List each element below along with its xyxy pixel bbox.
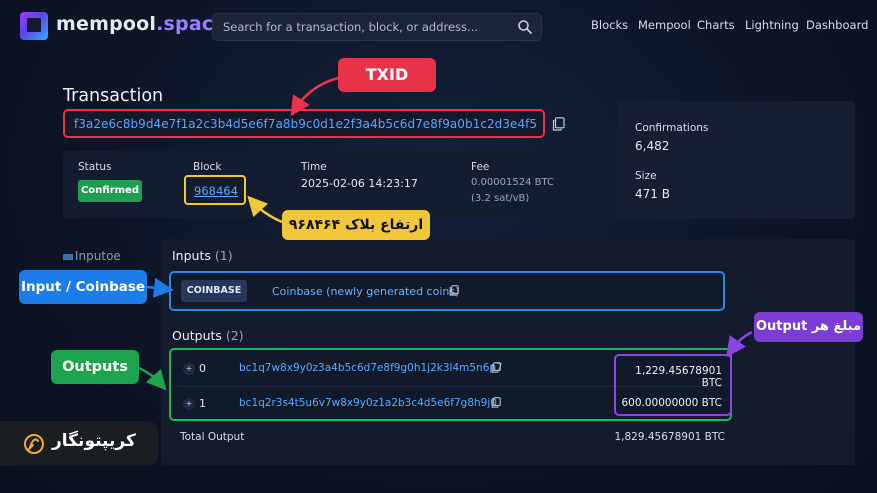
- callout-input: Input / Coinbase: [19, 270, 147, 304]
- output-amount: 1,229.45678901 BTC: [635, 365, 722, 389]
- output-address[interactable]: bc1q2r3s4t5u6v7w8x9y0z1a2b3c4d5e6f7g8h9j…: [239, 397, 497, 409]
- inputs-count: (1): [214, 248, 233, 263]
- txid-highlight: f3a2e6c8b9d4e7f1a2c3b4d5e6f7a8b9c0d1e2f3…: [63, 109, 545, 138]
- callout-outputs: Outputs: [51, 350, 139, 384]
- block-label: Block: [193, 161, 222, 173]
- total-output-value: 1,829.45678901 BTC: [614, 431, 725, 443]
- block-highlight: 968464: [184, 175, 246, 205]
- expand-icon[interactable]: +: [183, 398, 195, 410]
- txid-value[interactable]: f3a2e6c8b9d4e7f1a2c3b4d5e6f7a8b9c0d1e2f3…: [74, 117, 537, 131]
- status-badge: Confirmed: [78, 180, 142, 202]
- callout-txid: TXID: [338, 58, 436, 92]
- page-title: Transaction: [63, 86, 164, 106]
- output-amount: 600.00000000 BTC: [621, 397, 723, 409]
- mempool-logo-icon[interactable]: [20, 12, 48, 40]
- fee-label: Fee: [471, 161, 490, 173]
- search-icon[interactable]: [517, 19, 533, 35]
- outputs-count: (2): [225, 328, 244, 343]
- brand-name-main: mempool: [56, 13, 157, 35]
- confirmations-card: [617, 101, 855, 219]
- outputs-heading: Outputs (2): [172, 328, 244, 343]
- confirmations-label: Confirmations: [635, 122, 709, 134]
- coinbase-badge: COINBASE: [181, 280, 247, 302]
- watermark-text: کریپتونگار: [52, 431, 136, 451]
- arrow-txid: [290, 76, 339, 117]
- arrow-outputs: [138, 366, 167, 391]
- outputs-title: Outputs: [172, 328, 222, 343]
- copy-icon[interactable]: [491, 362, 501, 373]
- status-label: Status: [78, 161, 112, 173]
- nav-lightning[interactable]: Lightning: [745, 18, 799, 32]
- fee-rate: (3.2 sat/vB): [471, 193, 530, 204]
- search-input[interactable]: [223, 20, 513, 34]
- fee-value: 0.00001524 BTC: [471, 177, 554, 188]
- input-row: COINBASE Coinbase (newly generated coins…: [169, 271, 725, 311]
- coinbase-description: Coinbase (newly generated coins): [272, 285, 460, 298]
- copy-icon[interactable]: [552, 117, 565, 131]
- nav-dashboard[interactable]: Dashboard: [806, 18, 868, 32]
- ghost-label-text: Inputoe: [75, 249, 121, 263]
- amount-highlight: 1,229.45678901 BTC 600.00000000 BTC: [614, 354, 732, 416]
- ghost-bar: [63, 253, 73, 260]
- size-value: 471 B: [635, 187, 670, 201]
- cryptonegar-logo-icon: [24, 434, 44, 454]
- expand-icon[interactable]: +: [183, 363, 195, 375]
- output-index: 1: [199, 397, 206, 410]
- callout-block-height: ارتفاع بلاک ۹۶۸۴۶۴: [282, 210, 430, 240]
- inputs-heading: Inputs (1): [172, 248, 233, 263]
- callout-amount: مبلغ هر Output: [754, 312, 863, 342]
- size-label: Size: [635, 170, 657, 182]
- time-label: Time: [301, 161, 327, 173]
- confirmations-value: 6,482: [635, 139, 670, 153]
- copy-icon[interactable]: [449, 285, 459, 296]
- nav-mempool[interactable]: Mempool: [638, 18, 691, 32]
- brand-name[interactable]: mempool.space: [56, 13, 226, 35]
- copy-icon[interactable]: [491, 397, 501, 408]
- block-link[interactable]: 968464: [194, 184, 238, 198]
- brand-dot: .: [156, 13, 164, 35]
- nav-blocks[interactable]: Blocks: [591, 18, 628, 32]
- inputs-ghost-label: Inputoe: [63, 249, 121, 263]
- time-value: 2025-02-06 14:23:17: [301, 177, 418, 190]
- output-index: 0: [199, 362, 206, 375]
- nav-charts[interactable]: Charts: [697, 18, 735, 32]
- watermark-badge: کریپتونگار: [0, 421, 158, 466]
- inputs-title: Inputs: [172, 248, 211, 263]
- total-output-label: Total Output: [180, 431, 245, 443]
- search-bar[interactable]: [212, 13, 542, 41]
- output-address[interactable]: bc1q7w8x9y0z3a4b5c6d7e8f9g0h1j2k3l4m5n6p…: [239, 362, 503, 374]
